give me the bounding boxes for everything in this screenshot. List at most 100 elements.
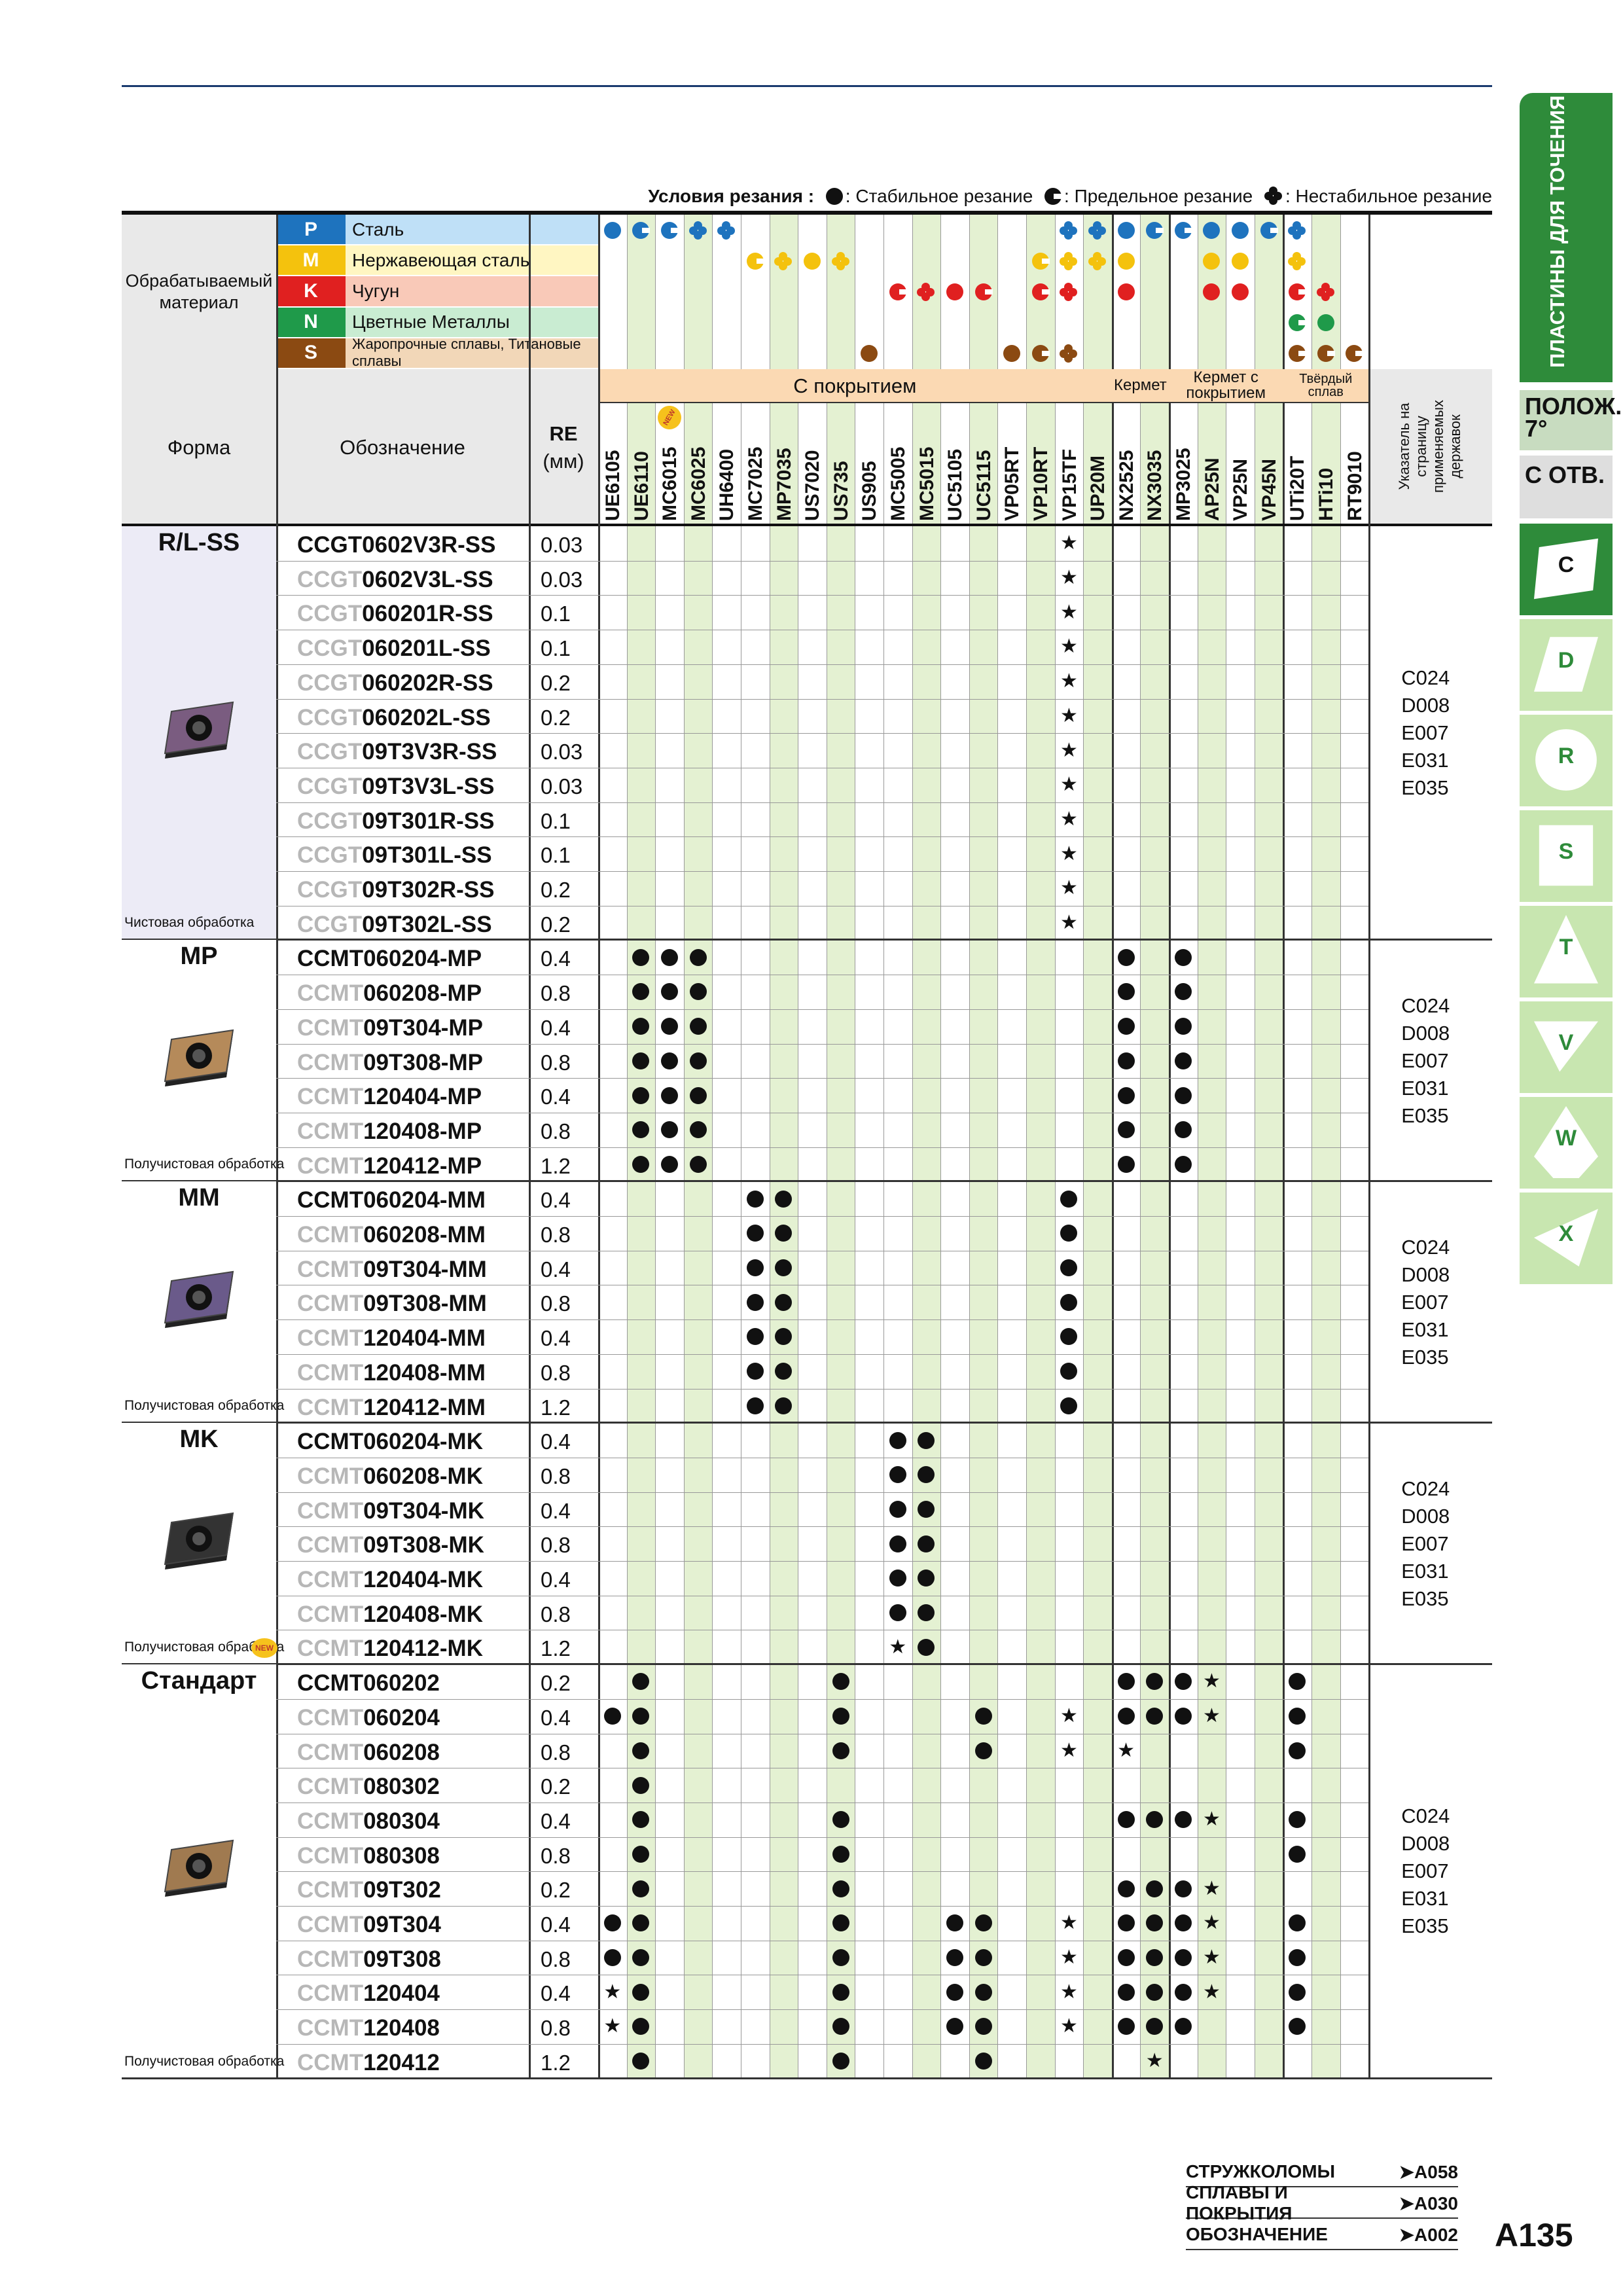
- available-dot-icon: [1060, 1259, 1078, 1277]
- holder-page-link[interactable]: D008: [1401, 1261, 1450, 1289]
- header-rule: [122, 524, 1492, 526]
- designation-code: 120408-MK: [363, 1601, 483, 1627]
- holder-page-link[interactable]: E035: [1401, 1585, 1450, 1613]
- footer-ref-link[interactable]: ОБОЗНАЧЕНИЕ ➤A002: [1186, 2220, 1458, 2250]
- re-value: 0.8: [541, 1223, 571, 1247]
- holder-page-link[interactable]: D008: [1401, 1020, 1450, 1047]
- holder-page-link[interactable]: C024: [1401, 992, 1450, 1020]
- holder-page-link[interactable]: E035: [1401, 1344, 1450, 1371]
- shape-tab-w[interactable]: W: [1520, 1097, 1613, 1189]
- material-code-P: P: [276, 215, 346, 246]
- limited-mark-icon: [974, 283, 993, 300]
- footer-ref-page: ➤A058: [1399, 2161, 1458, 2182]
- available-dot-icon: [974, 1708, 992, 1725]
- legend-unstable: : Нестабильное резание: [1285, 186, 1492, 206]
- shape-tab-t[interactable]: T: [1520, 906, 1613, 997]
- recommended-star-icon: ★: [889, 1636, 907, 1658]
- designation-code: 09T308: [363, 1946, 441, 1972]
- re-value: 0.4: [541, 1568, 571, 1592]
- available-dot-icon: [632, 948, 650, 966]
- holder-page-link[interactable]: D008: [1401, 1503, 1450, 1530]
- holder-page-link[interactable]: C024: [1401, 664, 1450, 692]
- holder-page-link[interactable]: E007: [1401, 1289, 1450, 1316]
- grade-us735: US735: [830, 461, 852, 521]
- stable-mark-icon: [1203, 221, 1221, 239]
- re-value: 0.03: [541, 533, 583, 557]
- available-dot-icon: [661, 983, 678, 1001]
- group-rule: [122, 2077, 1492, 2079]
- holder-page-link[interactable]: E031: [1401, 747, 1450, 774]
- holder-page-link[interactable]: E007: [1401, 719, 1450, 747]
- shape-tab-v[interactable]: V: [1520, 1001, 1613, 1093]
- shape-tab-x[interactable]: X: [1520, 1193, 1613, 1284]
- shape-tab-s[interactable]: S: [1520, 810, 1613, 902]
- designation-code: 120412-MM: [363, 1394, 486, 1420]
- designation-prefix: CCMT: [297, 1498, 364, 1524]
- holder-page-link[interactable]: C024: [1401, 1234, 1450, 1261]
- designation: CCMT120412: [297, 2050, 440, 2076]
- holder-page-link[interactable]: E031: [1401, 1316, 1450, 1344]
- designation: CCMT09T308: [297, 1946, 441, 1973]
- designation: CCMT060204-MM: [297, 1187, 486, 1213]
- holder-page-link[interactable]: D008: [1401, 692, 1450, 719]
- designation-code: 09T302R-SS: [362, 877, 495, 903]
- designation-prefix: CCMT: [297, 2015, 364, 2041]
- designation-code: CCMT060204-MP: [297, 946, 482, 972]
- available-dot-icon: [1146, 1880, 1164, 1897]
- designation-code: CCMT060204-MK: [297, 1429, 483, 1455]
- chipbreaker-name: MP: [180, 942, 218, 971]
- holder-page-link[interactable]: D008: [1401, 1830, 1450, 1857]
- holder-page-link[interactable]: E007: [1401, 1857, 1450, 1885]
- designation-prefix: CCGT: [297, 808, 363, 834]
- designation-prefix: CCMT: [297, 1912, 364, 1937]
- shape-tab-c[interactable]: C: [1520, 524, 1613, 615]
- designation-code: 120412-MK: [363, 1636, 483, 1662]
- holder-page-link[interactable]: E031: [1401, 1075, 1450, 1102]
- recommended-star-icon: ★: [1202, 1912, 1221, 1934]
- designation-code: 060208-MP: [363, 980, 482, 1007]
- grade-nx3035: NX3035: [1144, 450, 1166, 521]
- holder-page-link[interactable]: E031: [1401, 1558, 1450, 1585]
- available-dot-icon: [603, 1949, 621, 1967]
- grade-vp10rt: VP10RT: [1030, 446, 1052, 521]
- re-value: 0.4: [541, 1705, 571, 1730]
- shape-tab-d[interactable]: D: [1520, 619, 1613, 711]
- row-line: [276, 2009, 1369, 2011]
- group-rule: [122, 1422, 1492, 1424]
- shape-tab-r[interactable]: R: [1520, 715, 1613, 806]
- holder-page-link[interactable]: C024: [1401, 1475, 1450, 1503]
- available-dot-icon: [1174, 983, 1192, 1001]
- designation: CCMT060202: [297, 1670, 440, 1696]
- holder-page-link[interactable]: C024: [1401, 1803, 1450, 1830]
- available-dot-icon: [1117, 1983, 1135, 2001]
- available-dot-icon: [946, 2018, 963, 2036]
- re-value: 0.4: [541, 1981, 571, 2006]
- limited-mark-icon: [1289, 283, 1307, 300]
- available-dot-icon: [832, 1811, 849, 1829]
- designation: CCMT120408: [297, 2015, 440, 2041]
- holder-page-link[interactable]: E007: [1401, 1530, 1450, 1558]
- grade-uc5105: UC5105: [944, 448, 967, 521]
- row-line: [276, 1906, 1369, 1907]
- available-dot-icon: [1060, 1328, 1078, 1346]
- grade-vp45n: VP45N: [1258, 458, 1280, 521]
- holder-page-link[interactable]: E031: [1401, 1885, 1450, 1912]
- limited-mark-icon: [661, 221, 679, 239]
- holder-page-link[interactable]: E007: [1401, 1047, 1450, 1075]
- footer-ref-link[interactable]: СПЛАВЫ И ПОКРЫТИЯ ➤A030: [1186, 2182, 1458, 2223]
- limited-mark-icon: [1346, 345, 1364, 363]
- row-line: [276, 664, 1369, 665]
- designation-code: 120412-MP: [363, 1153, 482, 1179]
- recommended-star-icon: ★: [1060, 1946, 1078, 1969]
- re-value: 0.4: [541, 1326, 571, 1351]
- re-value: 0.2: [541, 705, 571, 730]
- grade-nx2525: NX2525: [1115, 450, 1137, 521]
- group-rule: [122, 1663, 1492, 1666]
- holder-page-link[interactable]: E035: [1401, 1102, 1450, 1130]
- holder-page-link[interactable]: E035: [1401, 774, 1450, 802]
- holder-page-link[interactable]: E035: [1401, 1912, 1450, 1940]
- row-line: [276, 836, 1369, 838]
- limited-dot-icon: [1044, 188, 1063, 205]
- designation: CCMT120404-MM: [297, 1325, 486, 1352]
- recommended-star-icon: ★: [1145, 2050, 1164, 2072]
